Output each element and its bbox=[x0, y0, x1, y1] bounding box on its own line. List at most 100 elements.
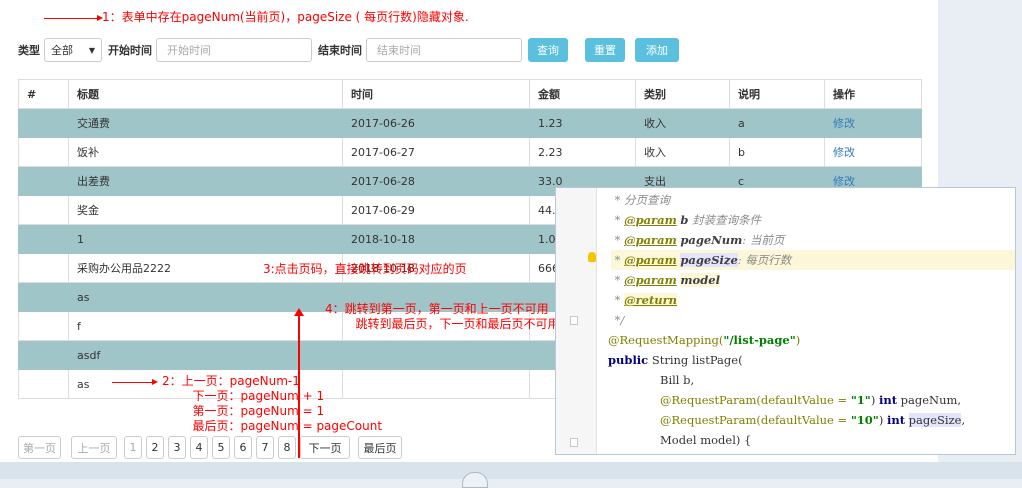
code-line: @RequestParam(defaultValue = "10") int p… bbox=[660, 413, 966, 427]
pagination: 第一页 上一页 1 2 3 4 5 6 7 8 下一页 最后页 bbox=[18, 436, 406, 459]
first-page-button[interactable]: 第一页 bbox=[18, 436, 61, 459]
table-header-row: # 标题 时间 金额 类别 说明 操作 bbox=[18, 79, 922, 109]
scroll-knob[interactable] bbox=[462, 472, 488, 488]
end-time-input[interactable]: 结束时间 bbox=[366, 38, 522, 62]
cell-amount: 2.23 bbox=[529, 137, 636, 167]
end-time-label: 结束时间 bbox=[318, 44, 362, 57]
page-button-8[interactable]: 8 bbox=[278, 436, 296, 459]
code-comment: */ bbox=[611, 313, 625, 327]
page-button-3[interactable]: 3 bbox=[168, 436, 186, 459]
code-comment-star: * bbox=[611, 233, 625, 247]
reset-button[interactable]: 重置 bbox=[585, 38, 625, 62]
fold-icon[interactable] bbox=[570, 316, 578, 325]
page-button-5[interactable]: 5 bbox=[212, 436, 230, 459]
add-button[interactable]: 添加 bbox=[635, 38, 679, 62]
cell-desc: b bbox=[729, 137, 825, 167]
cell-index bbox=[18, 311, 69, 341]
col-header-time: 时间 bbox=[342, 79, 530, 109]
bottom-bar bbox=[0, 462, 1022, 479]
type-select-value: 全部 bbox=[51, 44, 73, 57]
code-comment-star: * bbox=[611, 253, 625, 267]
col-header-desc: 说明 bbox=[729, 79, 825, 109]
code-line: */ bbox=[611, 310, 1015, 330]
col-header-amount: 金额 bbox=[529, 79, 636, 109]
annotation-arrow-1 bbox=[44, 15, 103, 21]
code-comment: : 当前页 bbox=[742, 233, 785, 247]
cell-time bbox=[342, 340, 530, 370]
code-text: , bbox=[961, 413, 966, 427]
annotation-3: 3:点击页码，直接跳转到页码对应的页 bbox=[263, 262, 467, 276]
lightbulb-icon[interactable] bbox=[588, 252, 596, 262]
code-line: public String listPage( bbox=[608, 350, 1015, 370]
code-text: pageSize bbox=[908, 413, 962, 427]
cell-index bbox=[18, 137, 69, 167]
code-param: pageNum bbox=[680, 233, 743, 247]
fold-icon[interactable] bbox=[570, 438, 578, 447]
code-annotation: @RequestParam(defaultValue = bbox=[660, 393, 851, 407]
col-header-index: # bbox=[18, 79, 69, 109]
code-tag: @param bbox=[624, 253, 677, 267]
code-line: * @param b 封装查询条件 bbox=[611, 210, 1015, 230]
code-snippet: * 分页查询 * @param b 封装查询条件 * @param pageNu… bbox=[555, 187, 1016, 455]
code-line: * 分页查询 bbox=[611, 190, 1015, 210]
filter-bar: 类型 全部 ▼ 开始时间 开始时间 结束时间 结束时间 查询 重置 添加 bbox=[18, 37, 679, 63]
code-comment-star: * bbox=[611, 213, 625, 227]
query-button[interactable]: 查询 bbox=[528, 38, 568, 62]
cell-category: 收入 bbox=[635, 108, 730, 138]
prev-page-button[interactable]: 上一页 bbox=[71, 436, 117, 459]
cell-index bbox=[18, 224, 69, 254]
cell-time: 2017-06-26 bbox=[342, 108, 530, 138]
code-line-highlighted: * @param pageSize: 每页行数 bbox=[611, 250, 1015, 270]
type-select[interactable]: 全部 ▼ bbox=[44, 38, 102, 62]
code-line: @RequestMapping("/list-page") bbox=[608, 330, 1015, 350]
code-text: pageNum, bbox=[897, 393, 962, 407]
code-comment-star: * bbox=[611, 273, 625, 287]
code-comment: * 分页查询 bbox=[611, 193, 671, 207]
code-line: Model model) { bbox=[660, 430, 1015, 450]
cell-time: 2017-06-28 bbox=[342, 166, 530, 196]
code-keyword: int bbox=[878, 393, 898, 407]
cell-index bbox=[18, 369, 69, 399]
start-time-label: 开始时间 bbox=[108, 44, 152, 57]
cell-title: 1 bbox=[68, 224, 343, 254]
edit-link[interactable]: 修改 bbox=[824, 108, 922, 138]
code-line: @RequestParam(defaultValue = "1") int pa… bbox=[660, 393, 962, 407]
cell-title: asdf bbox=[68, 340, 343, 370]
page-button-2[interactable]: 2 bbox=[146, 436, 164, 459]
page-button-4[interactable]: 4 bbox=[190, 436, 208, 459]
cell-title: 交通费 bbox=[68, 108, 343, 138]
code-line: * @param model bbox=[611, 270, 1015, 290]
code-text: Bill b, bbox=[660, 373, 695, 387]
code-text: String listPage( bbox=[648, 353, 743, 367]
cell-time: 2017-06-27 bbox=[342, 137, 530, 167]
col-header-category: 类别 bbox=[635, 79, 730, 109]
start-time-input[interactable]: 开始时间 bbox=[156, 38, 312, 62]
page-button-1[interactable]: 1 bbox=[124, 436, 142, 459]
code-line: * @return bbox=[611, 290, 1015, 310]
type-label: 类型 bbox=[18, 44, 40, 57]
cell-index bbox=[18, 253, 69, 283]
page-button-6[interactable]: 6 bbox=[234, 436, 252, 459]
table-row: 饭补 2017-06-27 2.23 收入 b 修改 bbox=[18, 137, 922, 167]
edit-link[interactable]: 修改 bbox=[824, 137, 922, 167]
cell-index bbox=[18, 340, 69, 370]
cell-time: 2017-06-29 bbox=[342, 195, 530, 225]
cell-time: 2018-10-18 bbox=[342, 224, 530, 254]
code-keyword: int bbox=[886, 413, 906, 427]
next-page-button[interactable]: 下一页 bbox=[300, 436, 350, 459]
cell-title: 出差费 bbox=[68, 166, 343, 196]
code-tag: @param bbox=[624, 213, 677, 227]
cell-amount: 1.23 bbox=[529, 108, 636, 138]
code-string: "/list-page" bbox=[723, 333, 796, 347]
annotation-2: 2：上一页：pageNum-1 下一页：pageNum + 1 第一页：page… bbox=[162, 374, 383, 433]
col-header-op: 操作 bbox=[824, 79, 922, 109]
page-button-7[interactable]: 7 bbox=[256, 436, 274, 459]
table-row: 交通费 2017-06-26 1.23 收入 a 修改 bbox=[18, 108, 922, 138]
last-page-button[interactable]: 最后页 bbox=[358, 436, 402, 459]
cell-index bbox=[18, 195, 69, 225]
cell-category: 收入 bbox=[635, 137, 730, 167]
code-comment: 封装查询条件 bbox=[688, 213, 762, 227]
cell-title: 饭补 bbox=[68, 137, 343, 167]
cell-index bbox=[18, 166, 69, 196]
caret-down-icon: ▼ bbox=[88, 45, 95, 55]
